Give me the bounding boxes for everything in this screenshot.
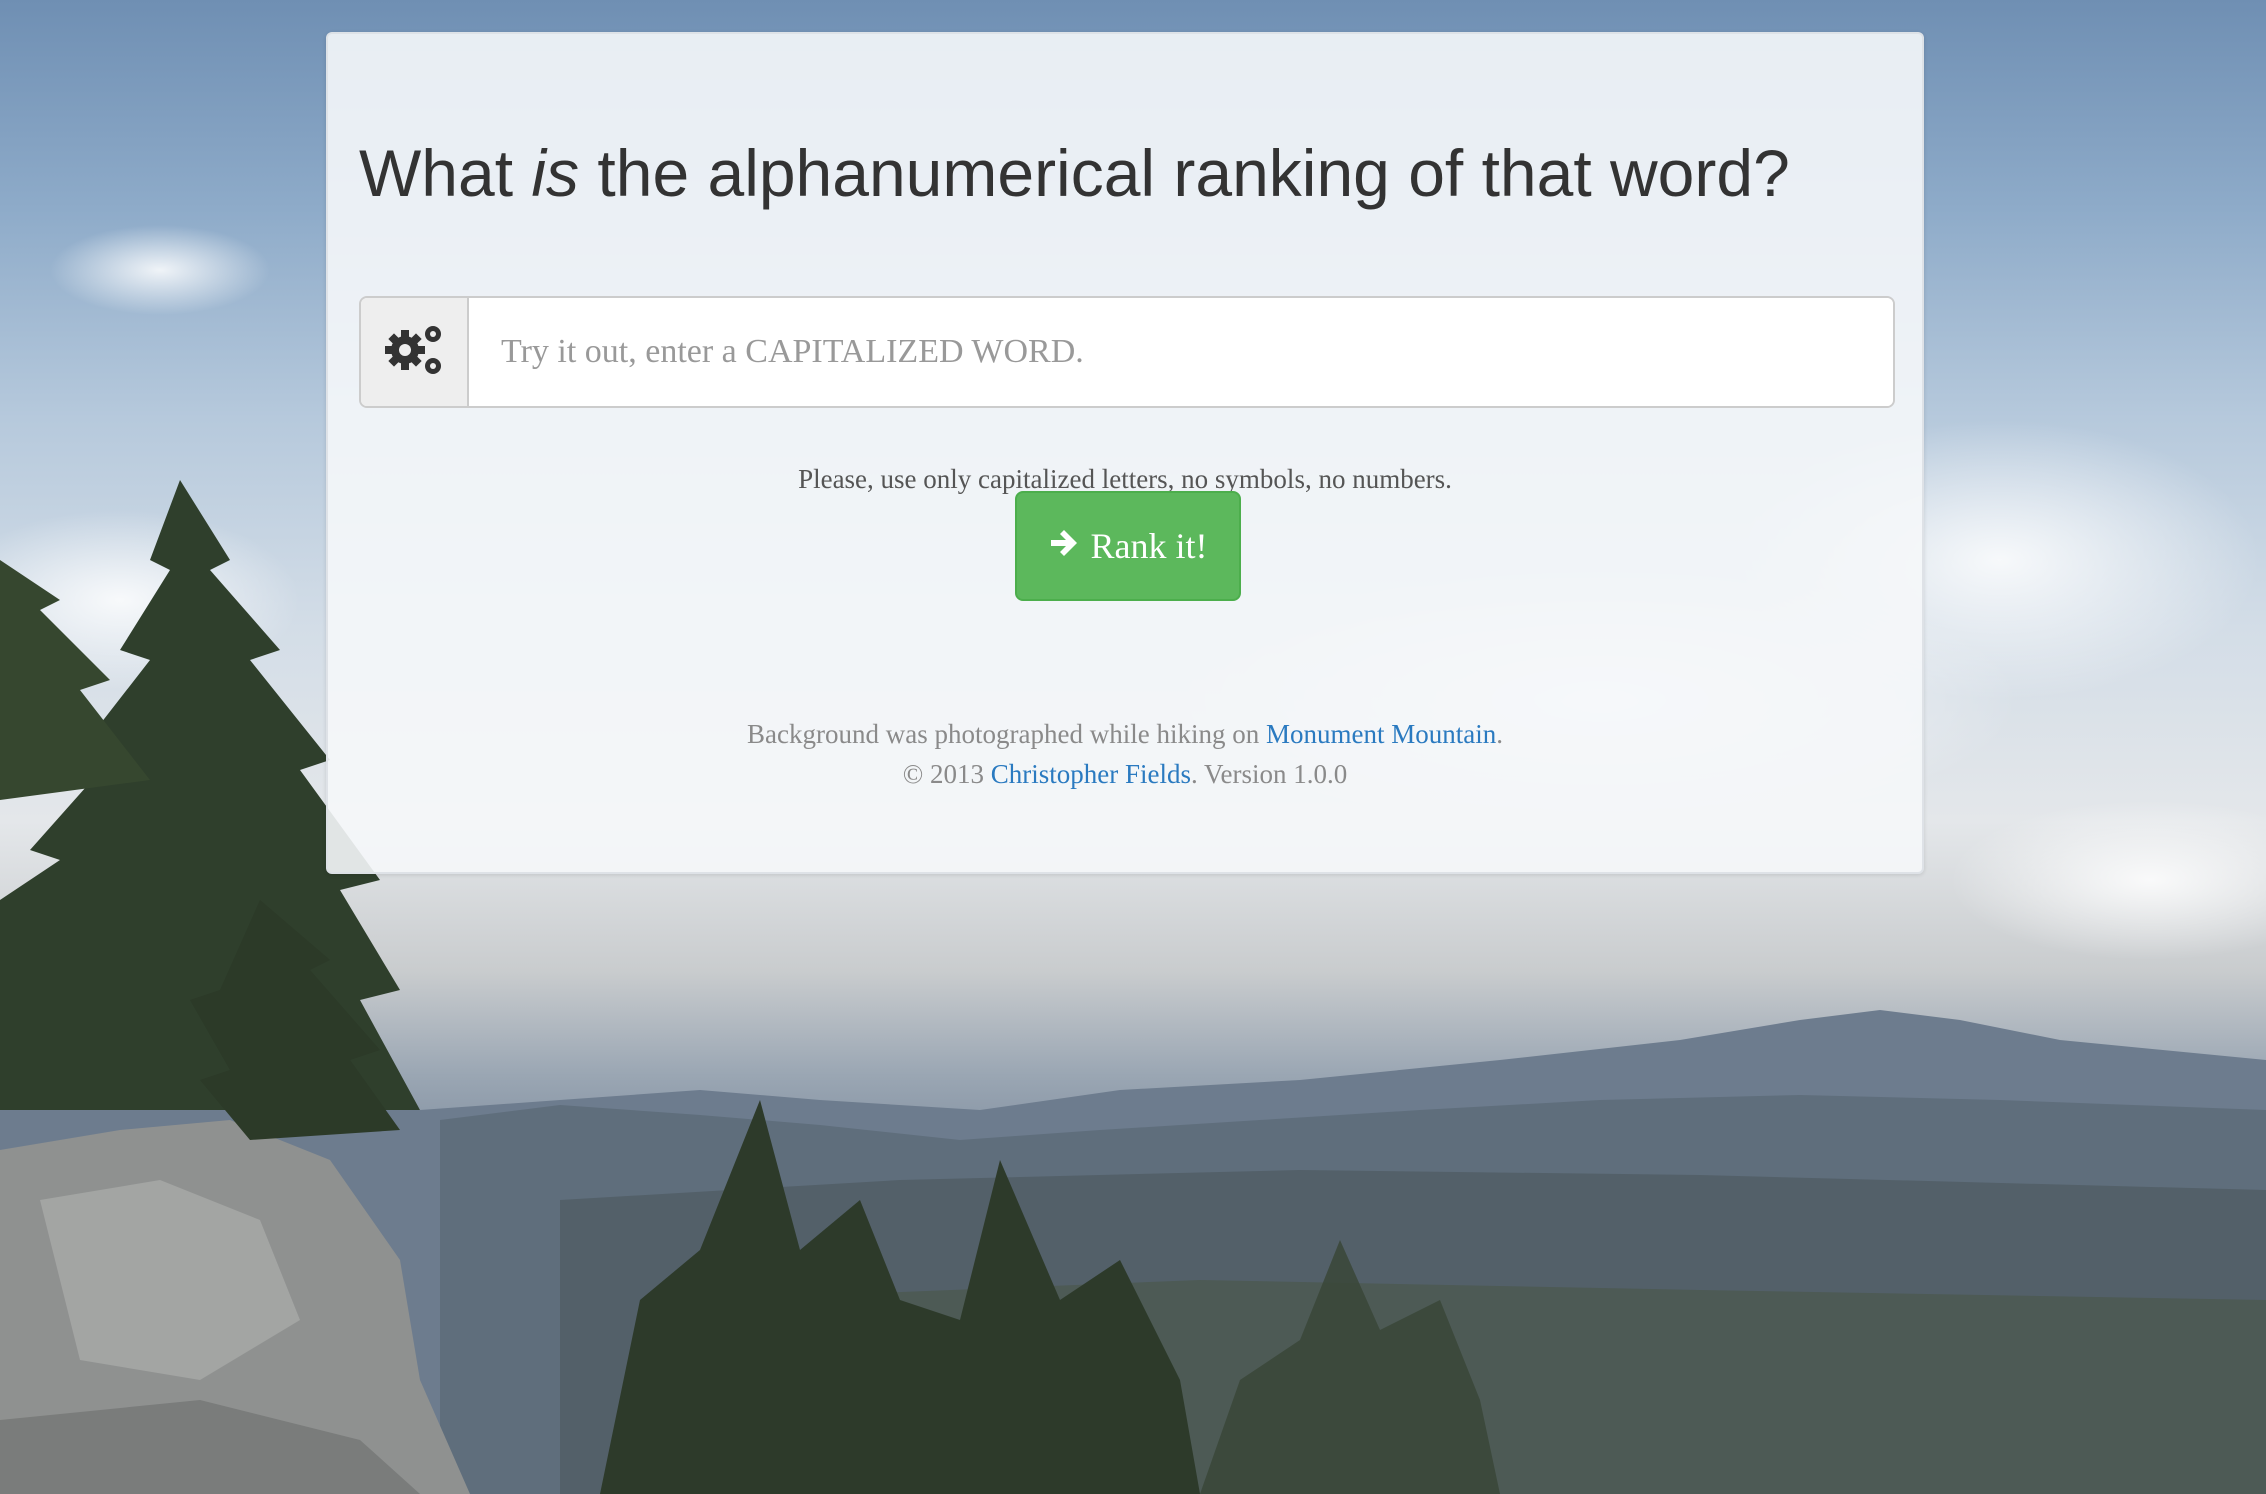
page-title: What is the alphanumerical ranking of th… (359, 134, 1790, 213)
christopher-fields-link[interactable]: Christopher Fields (991, 759, 1191, 789)
copyright-text: © 2013 (902, 759, 991, 789)
main-panel: What is the alphanumerical ranking of th… (326, 32, 1924, 874)
rank-it-button[interactable]: Rank it! (1015, 491, 1241, 601)
monument-mountain-link[interactable]: Monument Mountain (1266, 719, 1496, 749)
word-input[interactable] (469, 298, 1893, 406)
title-emphasis: is (531, 136, 580, 210)
word-input-group (359, 296, 1895, 408)
rank-it-label: Rank it! (1090, 526, 1208, 566)
input-addon (361, 298, 469, 406)
arrow-right-icon (1049, 525, 1079, 567)
title-after: the alphanumerical ranking of that word? (579, 136, 1790, 210)
version-text: . Version 1.0.0 (1191, 759, 1348, 789)
footer-line-copyright: © 2013 Christopher Fields. Version 1.0.0 (328, 754, 1922, 794)
gears-icon (383, 322, 445, 383)
footer: Background was photographed while hiking… (328, 714, 1922, 794)
title-before: What (359, 136, 532, 210)
footer-credit-text: Background was photographed while hiking… (747, 719, 1266, 749)
footer-line-credit: Background was photographed while hiking… (328, 714, 1922, 754)
footer-credit-suffix: . (1496, 719, 1503, 749)
